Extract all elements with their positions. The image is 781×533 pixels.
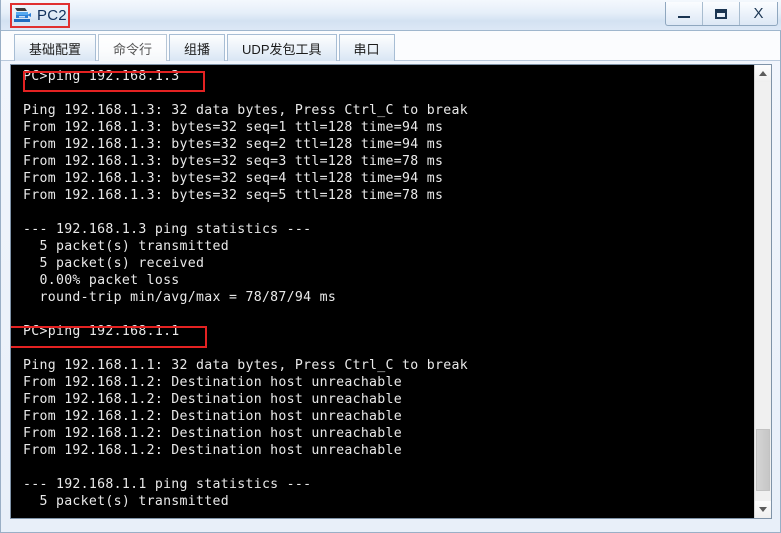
console-line: PC>ping 192.168.1.1 bbox=[23, 324, 180, 339]
window-title: PC2 bbox=[37, 7, 67, 24]
close-icon: X bbox=[753, 5, 764, 22]
scroll-up-button[interactable] bbox=[755, 65, 771, 82]
console-output[interactable]: PC>ping 192.168.1.3 Ping 192.168.1.3: 32… bbox=[11, 65, 756, 518]
close-button[interactable]: X bbox=[740, 2, 777, 25]
tab-label: UDP发包工具 bbox=[242, 41, 322, 57]
console-scrollbar[interactable] bbox=[754, 65, 771, 518]
title-bar: PC2 X bbox=[1, 0, 781, 31]
console-line: 5 packet(s) transmitted bbox=[23, 494, 229, 509]
console-line: From 192.168.1.2: Destination host unrea… bbox=[23, 392, 403, 407]
minimize-icon bbox=[678, 16, 690, 18]
console-line: From 192.168.1.2: Destination host unrea… bbox=[23, 426, 403, 441]
scrollbar-thumb[interactable] bbox=[756, 429, 770, 491]
tab-command-line[interactable]: 命令行 bbox=[98, 34, 168, 61]
console-line: From 192.168.1.3: bytes=32 seq=4 ttl=128… bbox=[23, 171, 444, 186]
console-line: From 192.168.1.2: Destination host unrea… bbox=[23, 409, 403, 424]
scroll-down-icon bbox=[759, 507, 767, 512]
maximize-icon bbox=[715, 8, 727, 19]
console-panel: PC>ping 192.168.1.3 Ping 192.168.1.3: 32… bbox=[10, 64, 772, 519]
tab-strip: 基础配置 命令行 组播 UDP发包工具 串口 bbox=[1, 31, 780, 61]
tab-multicast[interactable]: 组播 bbox=[169, 34, 226, 61]
console-line: From 192.168.1.3: bytes=32 seq=1 ttl=128… bbox=[23, 120, 444, 135]
tab-udp-packet-tool[interactable]: UDP发包工具 bbox=[227, 34, 337, 61]
tab-list: 基础配置 命令行 组播 UDP发包工具 串口 bbox=[14, 34, 397, 61]
tab-serial-port[interactable]: 串口 bbox=[338, 34, 395, 61]
window-controls: X bbox=[665, 2, 778, 26]
scroll-down-button[interactable] bbox=[755, 501, 771, 518]
console-line: From 192.168.1.3: bytes=32 seq=5 ttl=128… bbox=[23, 188, 444, 203]
window-title-group: PC2 bbox=[10, 3, 73, 28]
console-line-list: PC>ping 192.168.1.3 Ping 192.168.1.3: 32… bbox=[23, 68, 743, 510]
tab-label: 组播 bbox=[184, 41, 211, 57]
maximize-button[interactable] bbox=[703, 2, 740, 25]
console-line: 5 packet(s) received bbox=[23, 256, 205, 271]
console-line: round-trip min/avg/max = 78/87/94 ms bbox=[23, 290, 337, 305]
tab-basic-config[interactable]: 基础配置 bbox=[14, 34, 97, 61]
console-line: From 192.168.1.3: bytes=32 seq=3 ttl=128… bbox=[23, 154, 444, 169]
console-line: PC>ping 192.168.1.3 bbox=[23, 69, 180, 84]
console-line: From 192.168.1.2: Destination host unrea… bbox=[23, 375, 403, 390]
console-line: --- 192.168.1.1 ping statistics --- bbox=[23, 477, 312, 492]
console-line: Ping 192.168.1.3: 32 data bytes, Press C… bbox=[23, 103, 468, 118]
console-line: 0.00% packet loss bbox=[23, 273, 180, 288]
tab-label: 串口 bbox=[353, 41, 380, 57]
pc-device-icon bbox=[13, 7, 32, 24]
console-line: --- 192.168.1.3 ping statistics --- bbox=[23, 222, 312, 237]
console-line: From 192.168.1.2: Destination host unrea… bbox=[23, 443, 403, 458]
pc2-window: PC2 X 基础配置 命令行 组播 UDP发包工具 串口 PC>ping 192… bbox=[0, 0, 781, 533]
console-line: 5 packet(s) transmitted bbox=[23, 239, 229, 254]
scroll-up-icon bbox=[759, 71, 767, 76]
minimize-button[interactable] bbox=[666, 2, 703, 25]
tab-label: 基础配置 bbox=[29, 41, 82, 57]
console-line: From 192.168.1.3: bytes=32 seq=2 ttl=128… bbox=[23, 137, 444, 152]
tab-label: 命令行 bbox=[113, 41, 153, 57]
console-line: Ping 192.168.1.1: 32 data bytes, Press C… bbox=[23, 358, 468, 373]
